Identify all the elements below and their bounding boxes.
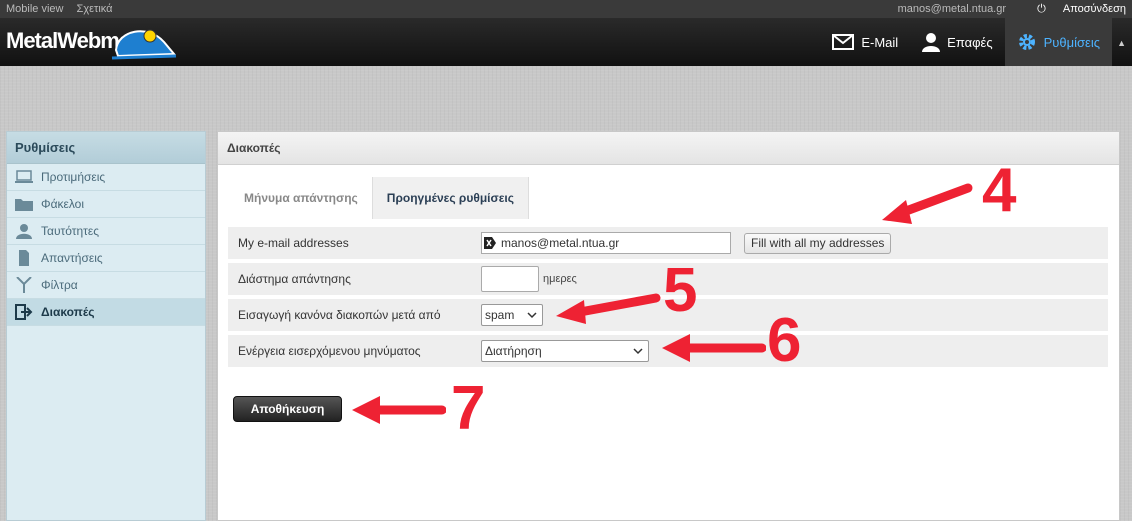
annotation-number-5: 5 <box>663 256 698 325</box>
gear-icon <box>1018 34 1035 50</box>
power-icon: ⏻ <box>1037 3 1046 15</box>
folder-icon <box>15 199 33 211</box>
nav-settings[interactable]: Ρυθμίσεις <box>1004 18 1112 66</box>
fill-addresses-button[interactable]: Fill with all my addresses <box>744 233 892 254</box>
action-select[interactable]: Διατήρηση <box>481 340 649 362</box>
nav-email[interactable]: E-Mail <box>820 18 910 66</box>
sidebar-title: Ρυθμίσεις <box>7 132 205 164</box>
filter-icon <box>16 277 32 293</box>
sidebar-item-vacation[interactable]: Διακοπές <box>7 299 205 326</box>
interval-input[interactable] <box>481 266 539 292</box>
addresses-label: My e-mail addresses <box>238 236 349 250</box>
interval-label: Διάστημα απάντησης <box>238 272 351 286</box>
sidebar-item-filters[interactable]: Φίλτρα <box>7 272 205 299</box>
annotation-arrow-6 <box>662 334 766 362</box>
sidebar-item-preferences[interactable]: Προτιμήσεις <box>7 164 205 191</box>
settings-sidebar: Ρυθμίσεις Προτιμήσεις Φάκελοι Ταυτότητες… <box>6 131 206 521</box>
user-email: manos@metal.ntua.gr <box>897 3 1007 15</box>
action-label: Ενέργεια εισερχόμενου μηνύματος <box>238 344 421 358</box>
insert-label: Εισαγωγή κανόνα διακοπών μετά από <box>238 308 441 322</box>
save-button[interactable]: Αποθήκευση <box>233 396 342 422</box>
laptop-icon <box>15 170 33 183</box>
nav-contacts[interactable]: Επαφές <box>910 18 1004 66</box>
remove-address-icon[interactable] <box>484 237 496 249</box>
chevron-down-icon <box>527 312 537 319</box>
document-icon <box>19 250 29 266</box>
miner-helmet-icon <box>111 29 177 60</box>
mobile-view-link[interactable]: Mobile view <box>6 3 63 15</box>
annotation-arrow-4 <box>882 183 973 224</box>
exit-icon <box>15 304 33 320</box>
row-addresses: My e-mail addresses manos@metal.ntua.gr … <box>228 227 1108 259</box>
sidebar-item-responses[interactable]: Απαντήσεις <box>7 245 205 272</box>
main-nav: E-Mail Επαφές Ρυθμίσεις <box>820 18 1112 66</box>
about-link[interactable]: Σχετικά <box>77 3 113 15</box>
sidebar-item-identities[interactable]: Ταυτότητες <box>7 218 205 245</box>
sidebar-item-folders[interactable]: Φάκελοι <box>7 191 205 218</box>
person-icon <box>922 33 941 52</box>
envelope-icon <box>832 34 855 50</box>
insert-after-select[interactable]: spam <box>481 304 543 326</box>
annotation-number-4: 4 <box>982 156 1017 225</box>
menu-caret-icon[interactable]: ▲ <box>1117 38 1126 48</box>
annotation-number-7: 7 <box>451 374 486 443</box>
settings-tabs: Μήνυμα απάντησης Προηγμένες ρυθμίσεις <box>230 177 529 219</box>
annotation-number-6: 6 <box>767 306 802 375</box>
logout-link[interactable]: ⏻ Αποσύνδεση <box>1023 3 1126 15</box>
tab-reply-message[interactable]: Μήνυμα απάντησης <box>230 177 372 219</box>
annotation-arrow-7 <box>352 396 446 424</box>
annotation-arrow-5 <box>556 293 661 324</box>
user-icon <box>16 224 32 239</box>
tab-advanced-settings[interactable]: Προηγμένες ρυθμίσεις <box>371 177 529 219</box>
chevron-down-icon <box>633 348 643 355</box>
address-input[interactable]: manos@metal.ntua.gr <box>481 232 731 254</box>
app-header: MetalWebmail E-Mail Επαφές Ρυθμίσεις ▲ <box>0 18 1132 66</box>
